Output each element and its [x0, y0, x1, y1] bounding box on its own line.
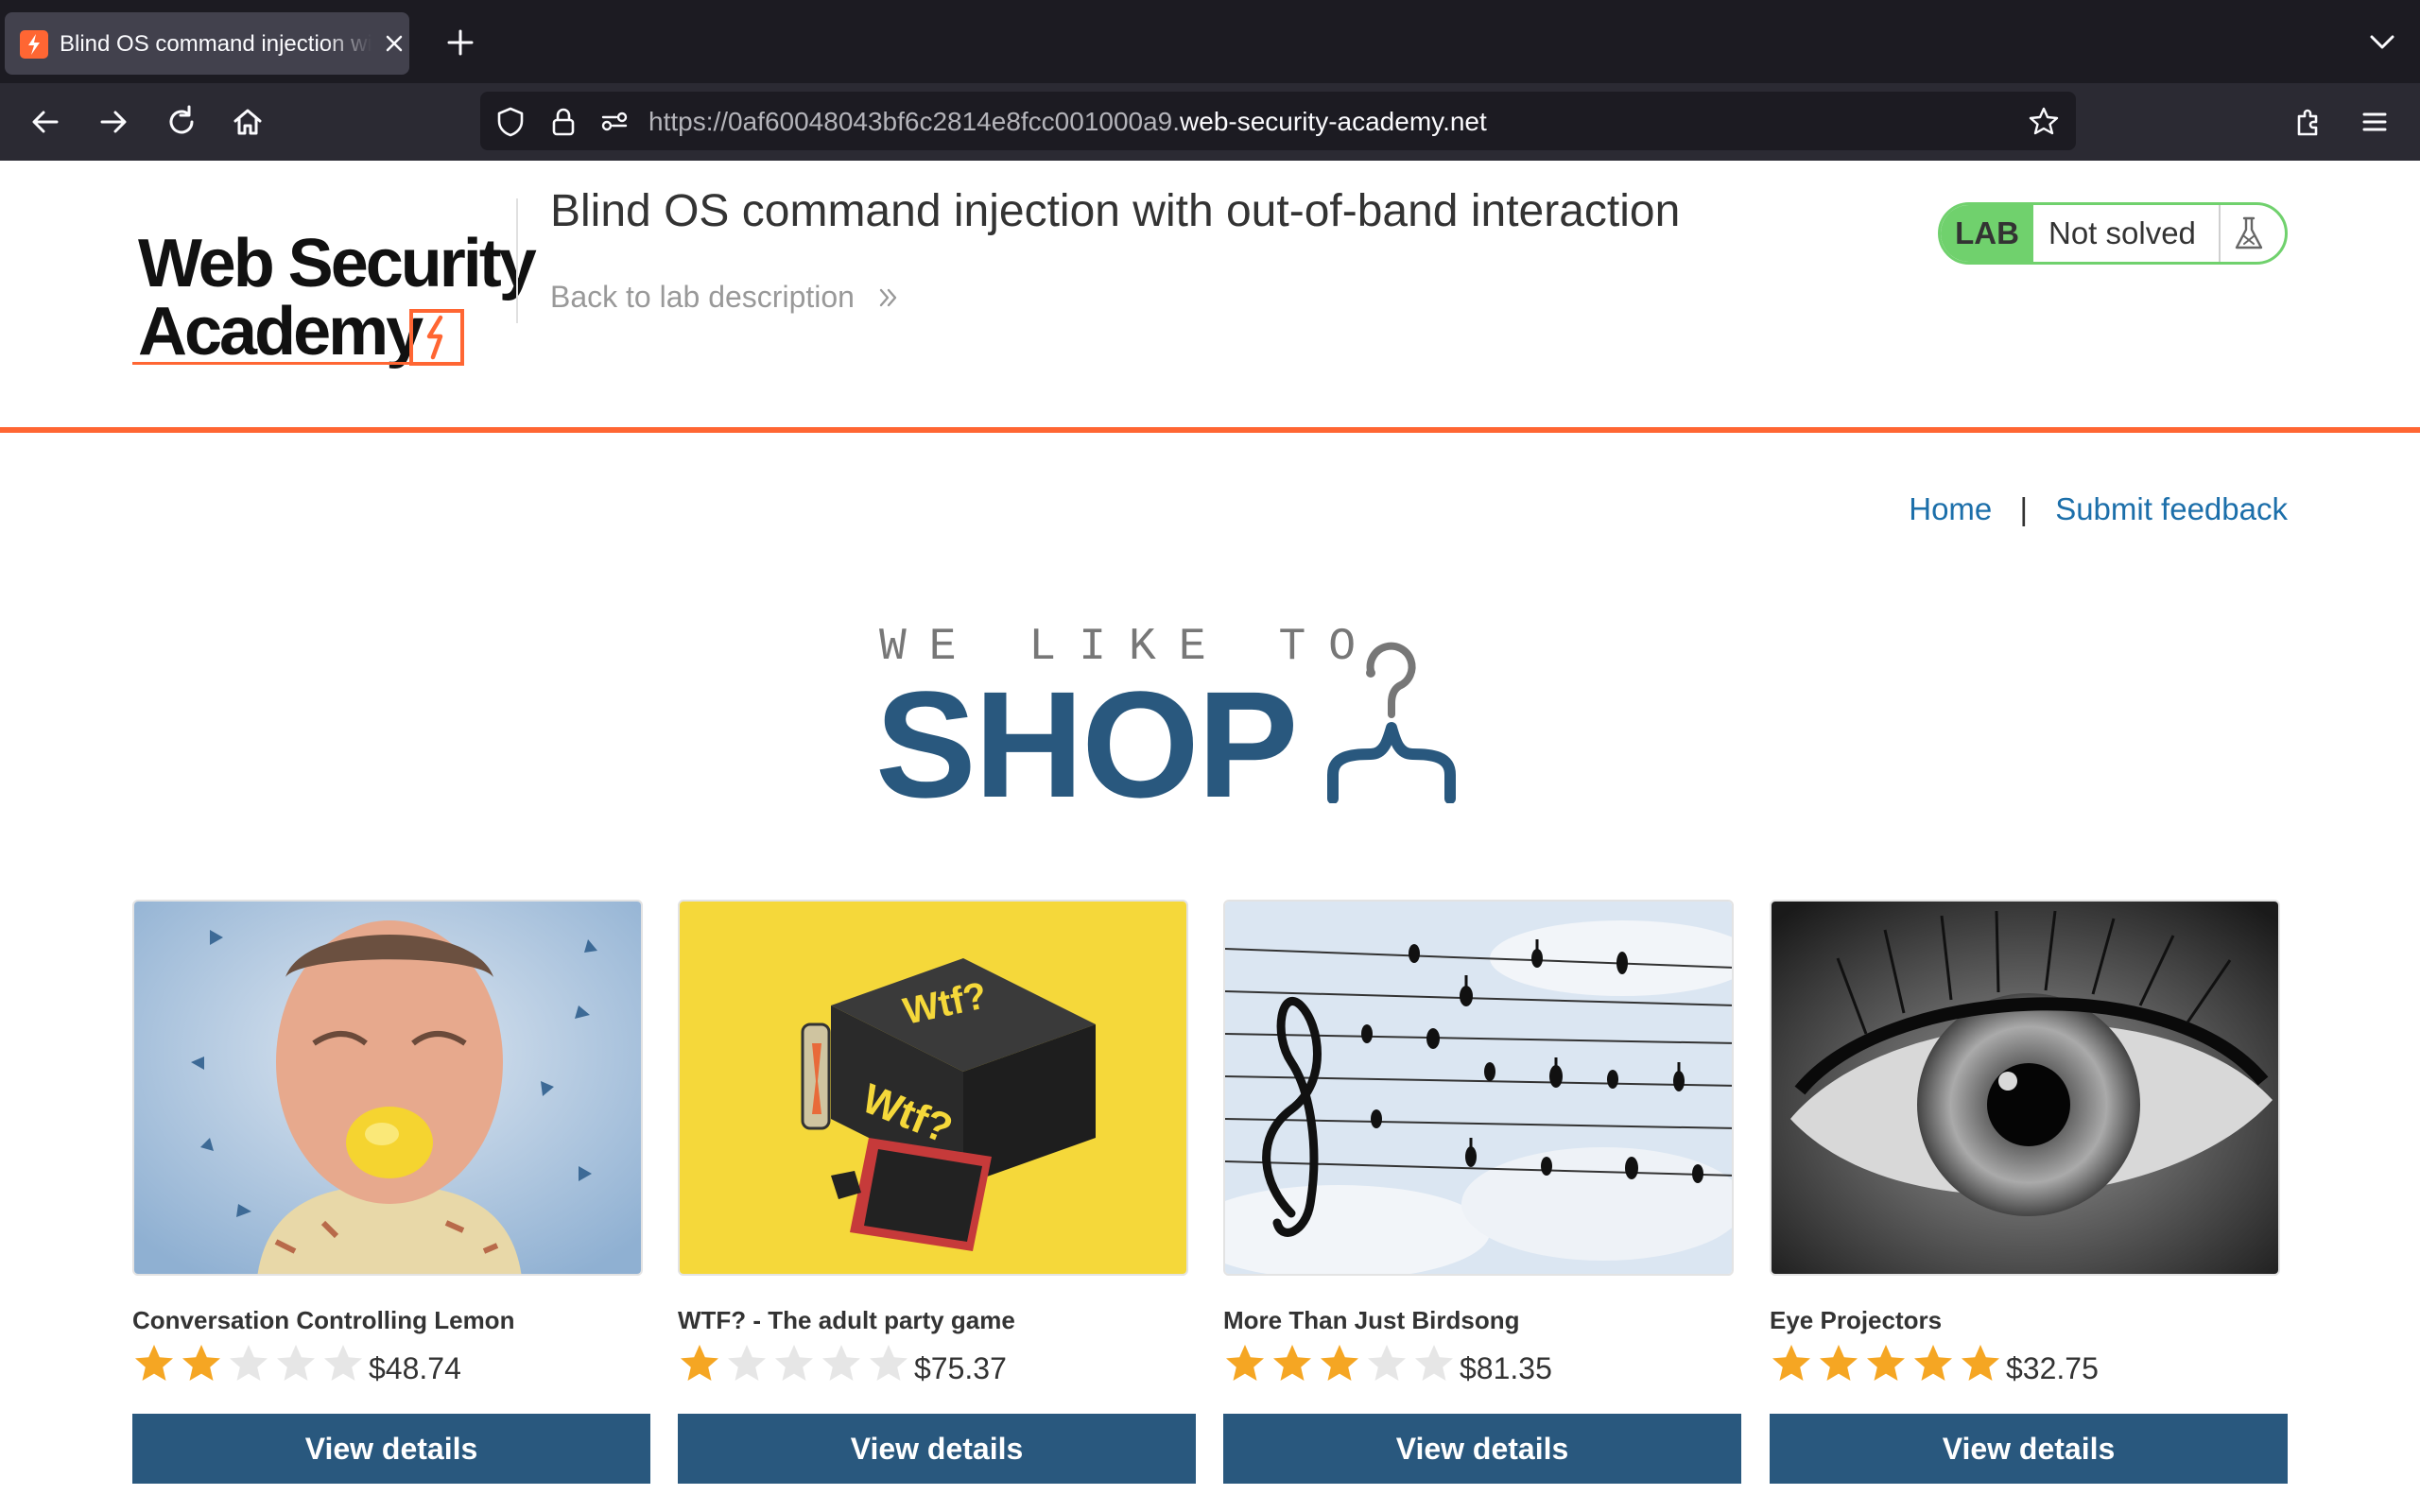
- product-image[interactable]: [1770, 900, 2280, 1276]
- browser-tab-strip: Blind OS command injection with out-of-b…: [0, 0, 2420, 83]
- star-icon: [1772, 1345, 1810, 1381]
- product-name: Eye Projectors: [1770, 1306, 1943, 1334]
- product-price: $48.74: [369, 1351, 461, 1385]
- menu-icon[interactable]: [2356, 103, 2394, 141]
- product-card: Eye Projectors $32.75 View details: [1770, 900, 2288, 1486]
- product-price: $81.35: [1460, 1351, 1552, 1385]
- star-icon: [277, 1345, 315, 1381]
- lab-status-text: Not solved: [2048, 215, 2196, 250]
- url-domain: web-security-academy.net: [1180, 107, 1487, 136]
- url-prefix: https://0af60048043bf6c2814e8fcc001000a9…: [648, 107, 1181, 136]
- reload-icon[interactable]: [163, 103, 200, 141]
- home-link[interactable]: Home: [1909, 491, 1992, 526]
- product-grid: Conversation Controlling Lemon $48.74 Vi…: [132, 900, 2288, 1486]
- product-card: Wtf? Wtf? WTF? - The adult party game $7…: [678, 900, 1196, 1486]
- star-icon: [1415, 1345, 1453, 1381]
- back-to-lab-description-link[interactable]: Back to lab description: [550, 280, 901, 315]
- star-icon: [1321, 1345, 1358, 1381]
- new-tab-plus-icon[interactable]: [442, 25, 478, 60]
- lab-header: Web Security Academy Blind OS command in…: [0, 161, 2420, 433]
- product-image[interactable]: Wtf? Wtf?: [678, 900, 1188, 1276]
- star-icon: [1820, 1345, 1858, 1381]
- header-divider: [516, 198, 518, 323]
- star-icon: [1962, 1345, 1999, 1381]
- eye-closeup-illustration: [1772, 902, 2278, 1274]
- lab-title: Blind OS command injection with out-of-b…: [550, 186, 1681, 236]
- logo-bolt-icon: [408, 308, 475, 370]
- star-icon: [1273, 1345, 1311, 1381]
- product-name: WTF? - The adult party game: [678, 1306, 1015, 1334]
- star-icon: [1226, 1345, 1264, 1381]
- home-icon[interactable]: [229, 103, 267, 141]
- logo-text-line1: Web Security: [138, 226, 537, 301]
- header-orange-rule: [0, 427, 2420, 433]
- product-price: $75.37: [914, 1351, 1007, 1385]
- lab-status-widget: LAB Not solved: [1938, 202, 2288, 265]
- view-details-button[interactable]: View details: [678, 1414, 1196, 1484]
- back-link-label: Back to lab description: [550, 280, 855, 314]
- lemon-man-illustration: [134, 902, 641, 1274]
- star-icon: [728, 1345, 766, 1381]
- star-icon: [324, 1345, 362, 1381]
- lightning-favicon-icon: [20, 30, 48, 59]
- shield-icon[interactable]: [493, 105, 527, 139]
- product-name: More Than Just Birdsong: [1223, 1306, 1520, 1334]
- submit-feedback-link[interactable]: Submit feedback: [2055, 491, 2288, 526]
- url-text[interactable]: https://0af60048043bf6c2814e8fcc001000a9…: [648, 107, 1487, 137]
- product-card: Conversation Controlling Lemon $48.74 Vi…: [132, 900, 650, 1486]
- star-icon: [230, 1345, 268, 1381]
- view-details-button[interactable]: View details: [1223, 1414, 1741, 1484]
- star-icon: [135, 1345, 173, 1381]
- back-arrow-icon[interactable]: [26, 103, 64, 141]
- web-security-academy-logo[interactable]: Web Security Academy: [132, 197, 537, 369]
- nav-separator: |: [2019, 491, 2029, 526]
- lab-pill: LAB: [1941, 205, 2033, 262]
- forward-arrow-icon[interactable]: [95, 103, 132, 141]
- logo-text-line2: Academy: [138, 294, 424, 369]
- view-details-button[interactable]: View details: [132, 1414, 650, 1484]
- permissions-icon[interactable]: [597, 105, 631, 139]
- star-icon: [1914, 1345, 1952, 1381]
- star-icon: [775, 1345, 813, 1381]
- product-name: Conversation Controlling Lemon: [132, 1306, 515, 1334]
- party-game-box-illustration: Wtf? Wtf?: [680, 902, 1186, 1274]
- logo-underline: [132, 362, 437, 365]
- top-navigation: Home | Submit feedback: [1909, 491, 2288, 527]
- extensions-icon[interactable]: [2290, 103, 2327, 141]
- product-image[interactable]: [132, 900, 643, 1276]
- tab-title: Blind OS command injection with out-of-b…: [60, 31, 372, 57]
- view-details-button[interactable]: View details: [1770, 1414, 2288, 1484]
- bookmark-star-icon[interactable]: [2027, 105, 2061, 139]
- chevron-double-right-icon: [879, 288, 897, 306]
- browser-toolbar: https://0af60048043bf6c2814e8fcc001000a9…: [0, 83, 2420, 161]
- birds-on-wires-illustration: [1225, 902, 1732, 1274]
- product-card: More Than Just Birdsong $81.35 View deta…: [1223, 900, 1741, 1486]
- star-icon: [1867, 1345, 1905, 1381]
- star-icon: [870, 1345, 908, 1381]
- address-bar[interactable]: https://0af60048043bf6c2814e8fcc001000a9…: [480, 92, 2076, 150]
- star-icon: [182, 1345, 220, 1381]
- lab-status-separator: [2219, 205, 2221, 262]
- hanger-icon: [1314, 624, 1550, 804]
- star-icon: [822, 1345, 860, 1381]
- product-price: $32.75: [2006, 1351, 2099, 1385]
- browser-tab[interactable]: Blind OS command injection with out-of-b…: [5, 12, 409, 75]
- star-icon: [1368, 1345, 1406, 1381]
- lock-icon[interactable]: [546, 105, 580, 139]
- star-icon: [681, 1345, 718, 1381]
- banner-title: SHOP: [875, 660, 1298, 829]
- close-tab-icon[interactable]: [379, 28, 409, 59]
- chevron-down-icon[interactable]: [2365, 25, 2399, 59]
- shop-banner: WE LIKE TO SHOP: [870, 614, 1550, 829]
- flask-icon: [2228, 213, 2270, 254]
- product-image[interactable]: [1223, 900, 1734, 1276]
